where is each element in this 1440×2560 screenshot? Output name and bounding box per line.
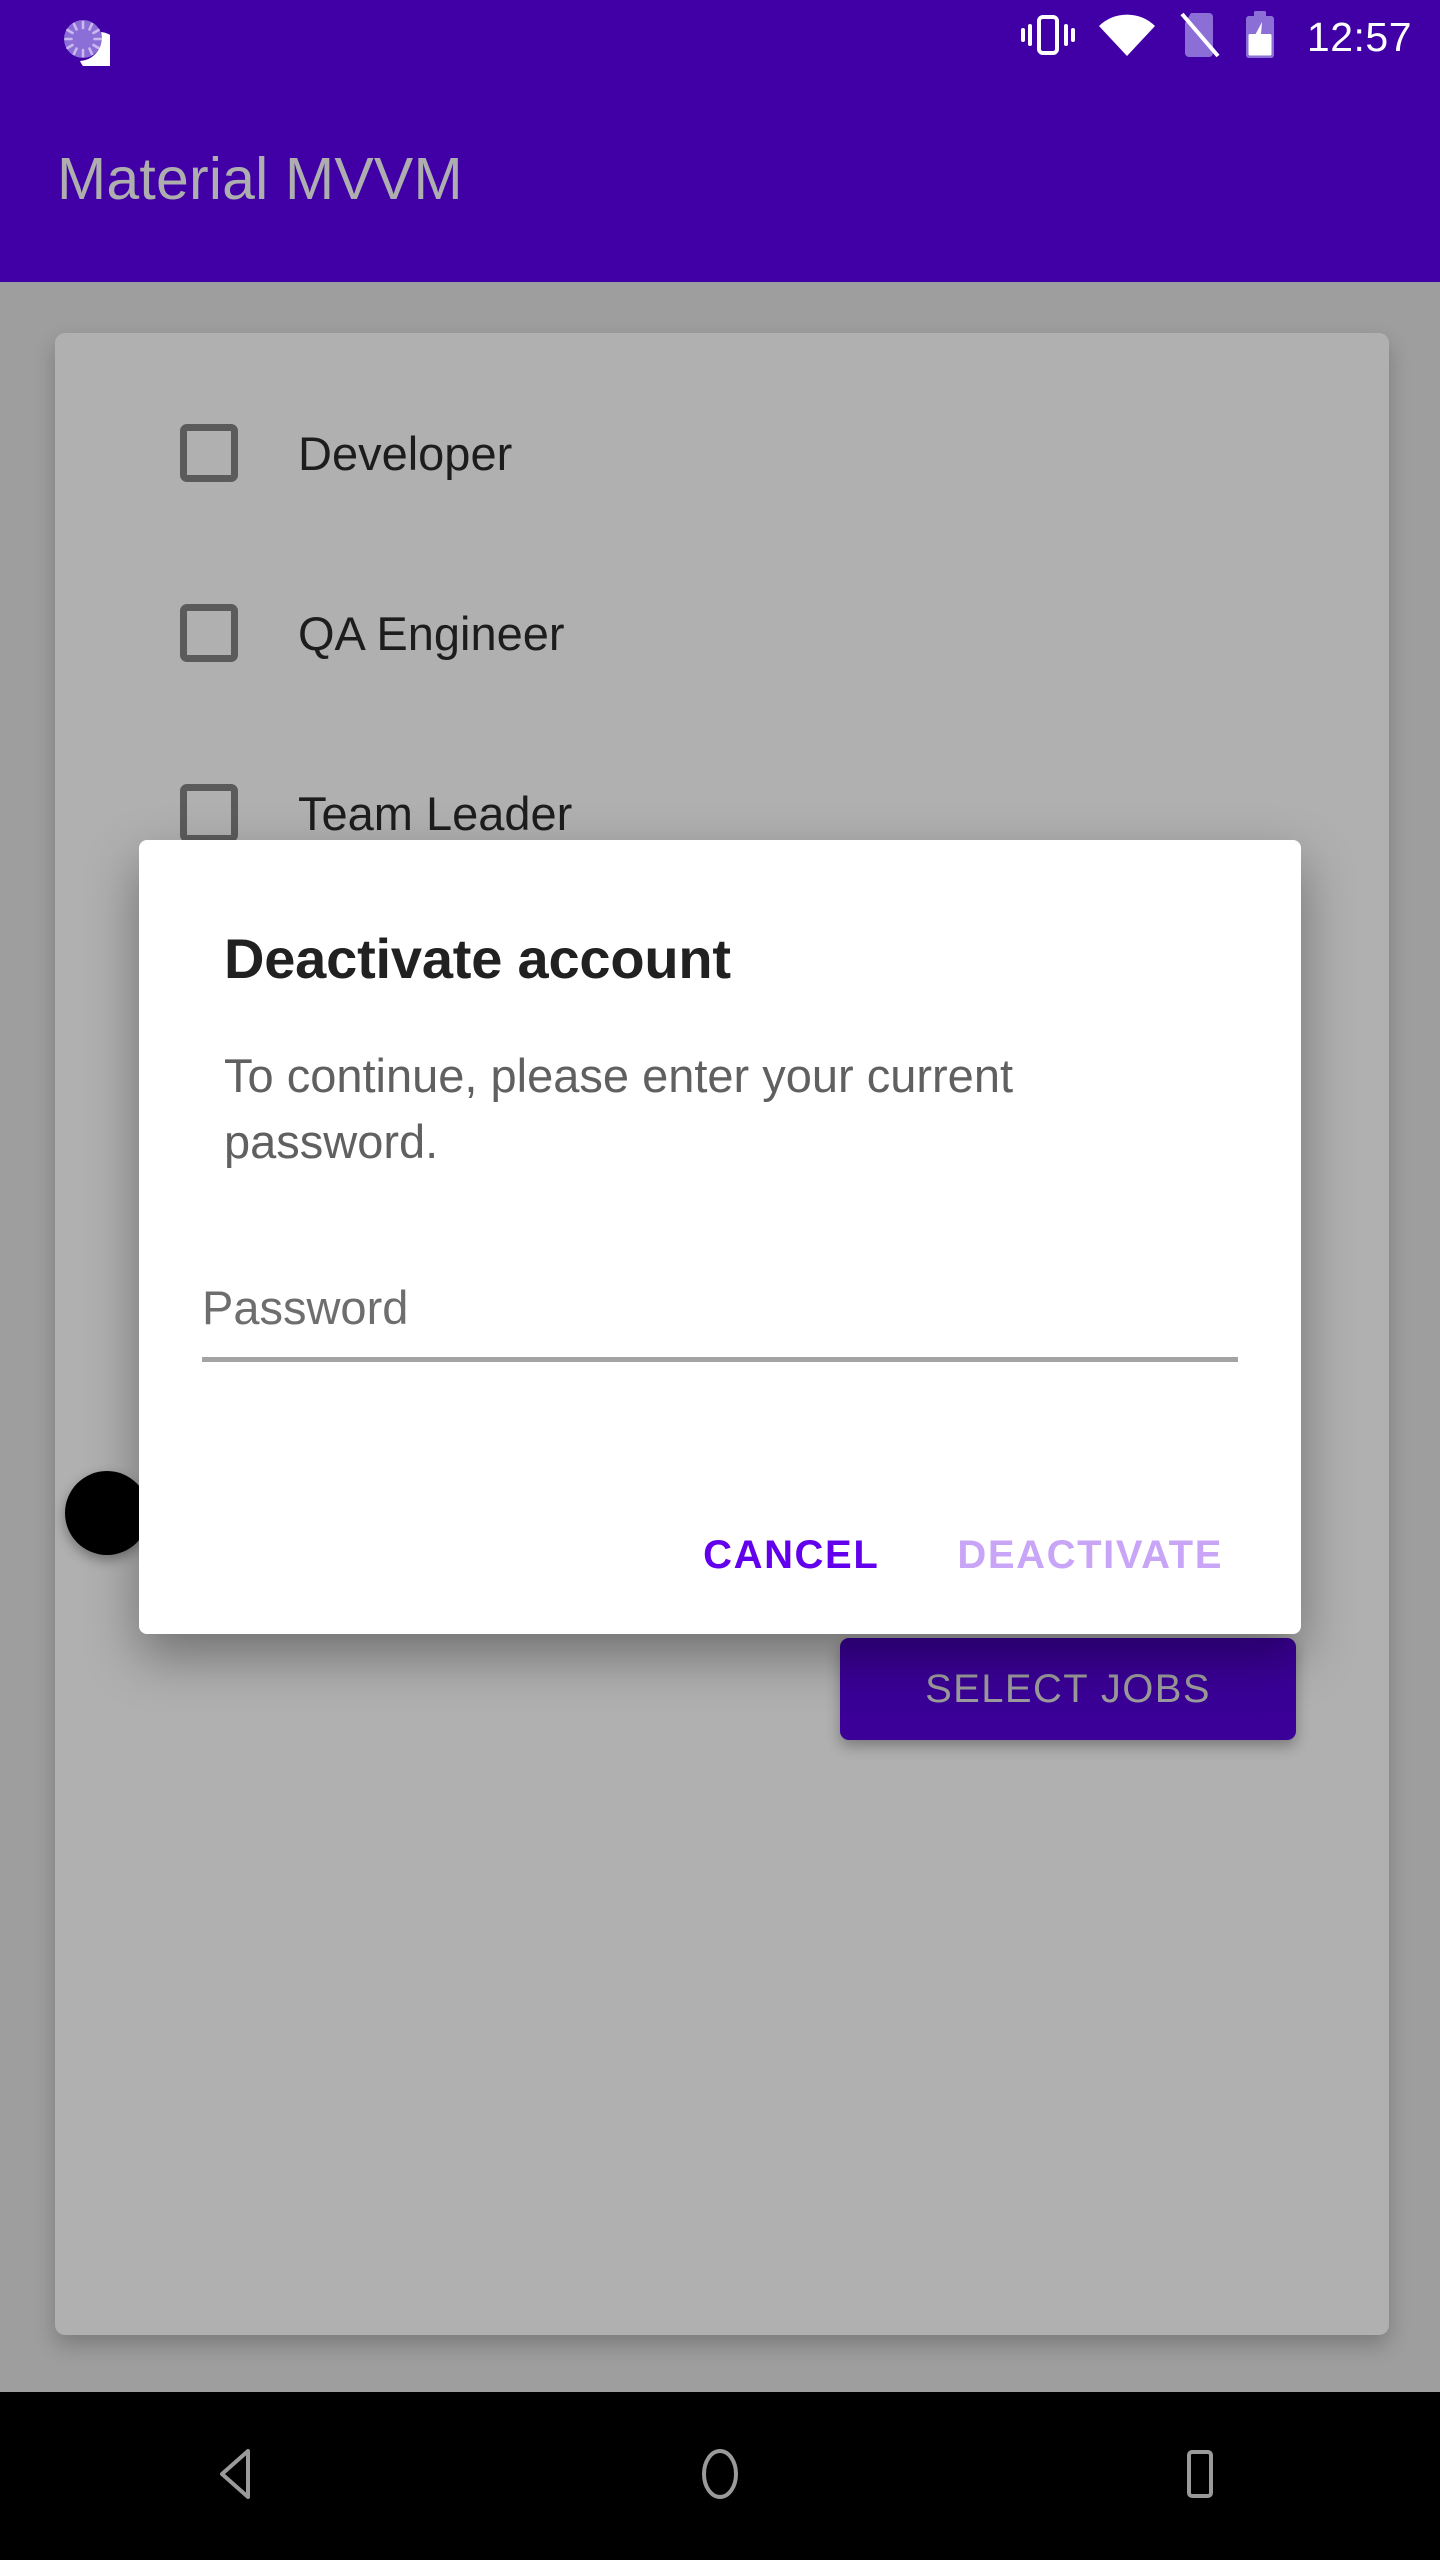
password-input[interactable] [202, 1280, 1238, 1357]
checkbox-qa-engineer[interactable] [180, 604, 238, 662]
status-bar: 12:57 [0, 0, 1440, 75]
dialog-message: To continue, please enter your current p… [224, 1049, 1014, 1168]
job-row-qa-engineer[interactable]: QA Engineer [180, 588, 565, 678]
checkbox-developer[interactable] [180, 424, 238, 482]
dialog-title: Deactivate account [224, 927, 731, 990]
android-screen: 12:57 Material MVVM Developer QA Enginee… [0, 0, 1440, 2560]
status-bar-icons: 12:57 [1020, 0, 1412, 75]
home-icon [696, 2445, 744, 2508]
wifi-icon [1097, 12, 1157, 63]
checkbox-team-leader[interactable] [180, 784, 238, 842]
cancel-button[interactable]: CANCEL [677, 1511, 905, 1600]
select-jobs-button[interactable]: SELECT JOBS [840, 1638, 1296, 1740]
dialog-actions: CANCEL DEACTIVATE [677, 1511, 1249, 1600]
status-bar-clock: 12:57 [1306, 14, 1412, 60]
floating-action-circle[interactable] [65, 1471, 149, 1555]
nav-recents-button[interactable] [960, 2392, 1440, 2560]
app-title: Material MVVM [57, 145, 463, 212]
recents-icon [1179, 2447, 1221, 2506]
nav-home-button[interactable] [480, 2392, 960, 2560]
nav-back-button[interactable] [0, 2392, 480, 2560]
password-underline [202, 1357, 1238, 1362]
navigation-bar [0, 2392, 1440, 2560]
battery-charging-icon [1243, 10, 1277, 65]
deactivate-account-dialog: Deactivate account To continue, please e… [139, 840, 1301, 1634]
no-sim-icon [1179, 11, 1221, 64]
back-icon [214, 2445, 266, 2508]
job-label-qa-engineer: QA Engineer [298, 606, 565, 660]
job-row-developer[interactable]: Developer [180, 408, 512, 498]
deactivate-button[interactable]: DEACTIVATE [931, 1511, 1249, 1600]
vibrate-icon [1020, 12, 1075, 63]
notification-spinner-icon [58, 14, 121, 74]
job-label-developer: Developer [298, 426, 513, 480]
app-bar: Material MVVM [0, 75, 1440, 282]
job-label-team-leader: Team Leader [298, 786, 573, 840]
password-field[interactable] [202, 1280, 1238, 1362]
